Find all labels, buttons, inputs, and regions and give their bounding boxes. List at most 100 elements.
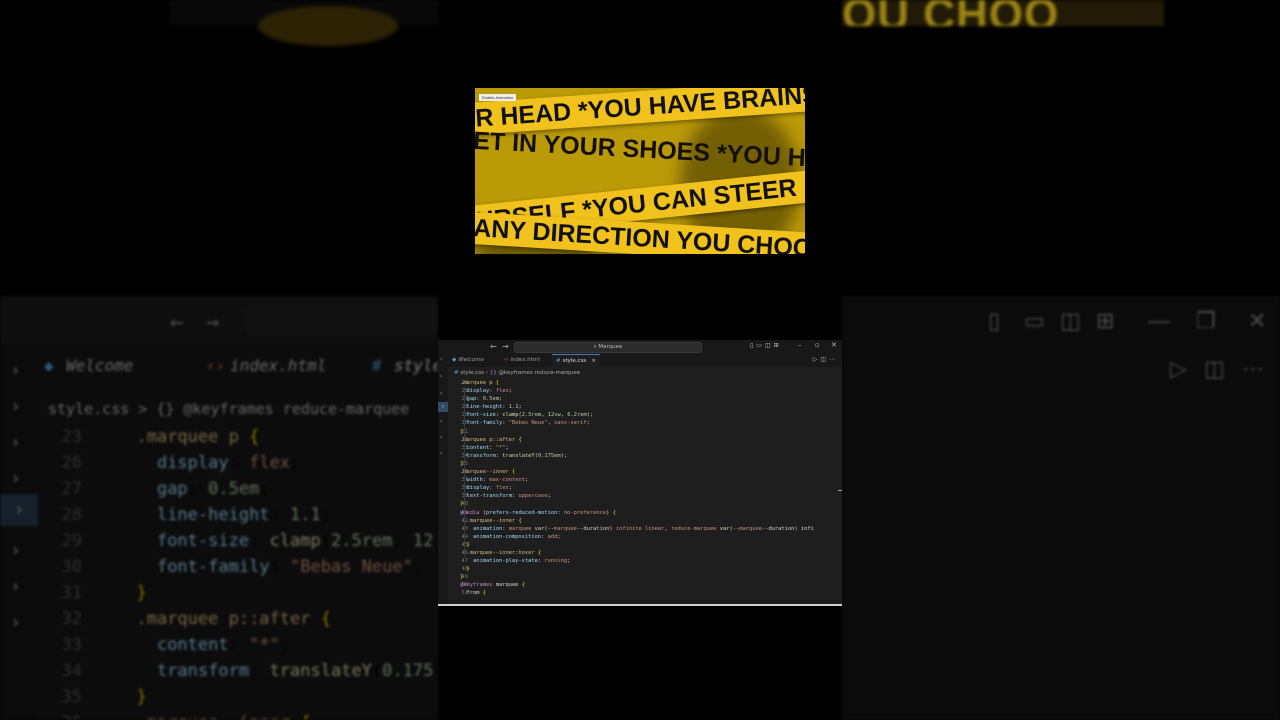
background-tab-label: style.c bbox=[394, 356, 438, 375]
code-area[interactable]: .marquee p { display: flex; gap: 0.5em; … bbox=[460, 379, 814, 598]
scrollbar-marker[interactable] bbox=[838, 490, 842, 491]
code-line[interactable]: display: flex; bbox=[460, 387, 814, 395]
breadcrumb-symbol[interactable]: @keyframes reduce-marquee bbox=[499, 370, 581, 376]
chevron-right-icon: › bbox=[0, 494, 38, 526]
code-line[interactable]: from { bbox=[460, 589, 814, 597]
code-line[interactable]: animation: marquee var(--marquee--durati… bbox=[460, 525, 814, 533]
code-line[interactable]: } bbox=[460, 460, 814, 468]
search-label: Marquee bbox=[598, 344, 623, 350]
code-line[interactable]: gap: 0.5em; bbox=[460, 395, 814, 403]
code-line[interactable]: @media (prefers-reduced-motion: no-prefe… bbox=[460, 509, 814, 517]
chevron-right-icon: › bbox=[10, 576, 21, 597]
code-line[interactable]: font-family: "Bebas Neue", sans-serif; bbox=[460, 419, 814, 427]
tab-style-css[interactable]: # style.css × bbox=[552, 354, 600, 368]
code-line[interactable]: } bbox=[460, 500, 814, 508]
indent-guide bbox=[464, 387, 465, 557]
background-activity-bar: › › › › › › › › bbox=[0, 344, 38, 720]
background-editor-left: ← → › › › › › › › › ◆ Welcome ‹› index.h… bbox=[0, 296, 438, 720]
background-blur-top-right: OU CHOO bbox=[842, 0, 1164, 26]
code-line[interactable]: transform: translateY(0.175em); bbox=[460, 452, 814, 460]
tab-index-html[interactable]: ‹› index.html bbox=[500, 354, 544, 367]
title-bar: ← → ⌕ Marquee ▯▭◫⊞ – ▫ ✕ bbox=[438, 340, 842, 354]
code-line[interactable]: text-transform: uppercase; bbox=[460, 492, 814, 500]
background-code-line: 36 .marquee--inner { bbox=[56, 710, 433, 720]
html-icon: ‹› bbox=[206, 356, 226, 375]
restore-button[interactable]: ▫ bbox=[815, 341, 820, 349]
code-line[interactable]: display: flex; bbox=[460, 484, 814, 492]
background-code-line: 34 transform: translateY(0.175 bbox=[61, 661, 434, 681]
code-line[interactable]: .marquee p { bbox=[460, 379, 814, 387]
code-line[interactable]: animation-play-state: running; bbox=[460, 557, 814, 565]
editor-tabs: ◆ Welcome ‹› index.html # style.css × ▷◫⋯ bbox=[448, 354, 842, 368]
code-line[interactable]: .marquee p::after { bbox=[460, 436, 814, 444]
background-code: 23 .marquee p {26 display: flex; 27 gap: … bbox=[56, 424, 434, 720]
close-window-button[interactable]: ✕ bbox=[831, 341, 837, 349]
code-line[interactable]: } bbox=[460, 565, 814, 573]
search-icon: ⌕ bbox=[593, 344, 597, 350]
background-code-line: 35 } bbox=[61, 687, 147, 707]
code-line[interactable]: @keyframes marquee { bbox=[460, 581, 814, 589]
code-line[interactable]: font-size: clamp(2.5rem, 12vw, 6.2rem); bbox=[460, 411, 814, 419]
code-line[interactable]: animation-composition: add; bbox=[460, 533, 814, 541]
chevron-right-icon[interactable]: › bbox=[440, 390, 442, 397]
enable-animation-button[interactable]: Enable Animation bbox=[479, 94, 517, 101]
tab-welcome[interactable]: ◆ Welcome bbox=[448, 354, 488, 367]
css-icon: # bbox=[372, 356, 382, 375]
editor-actions[interactable]: ▷◫⋯ bbox=[813, 356, 838, 363]
close-icon[interactable]: × bbox=[591, 358, 596, 364]
code-line[interactable]: line-height: 1.1; bbox=[460, 403, 814, 411]
html-icon: ‹› bbox=[504, 357, 509, 363]
chevron-right-icon: › bbox=[10, 468, 21, 489]
background-code-line: 27 gap: 0.5em; bbox=[61, 479, 270, 499]
css-icon: # bbox=[454, 370, 459, 376]
minimize-button[interactable]: – bbox=[798, 341, 802, 349]
code-line[interactable]: .marquee--inner { bbox=[460, 468, 814, 476]
chevron-right-icon[interactable]: › bbox=[440, 373, 442, 380]
background-code-line: 26 display: flex; bbox=[61, 453, 301, 473]
forward-arrow-icon[interactable]: → bbox=[502, 342, 509, 351]
layout-custom-icon: ⊞ bbox=[1096, 308, 1115, 333]
layout-split-icon: ◫ bbox=[1060, 308, 1081, 333]
chevron-right-icon: › bbox=[10, 432, 21, 453]
background-marquee-text: OU CHOO bbox=[842, 0, 1060, 26]
chevron-right-icon[interactable]: › bbox=[438, 402, 448, 412]
background-code-line: 30 font-family: "Bebas Neue", bbox=[61, 557, 424, 577]
background-code-line: 31 } bbox=[61, 583, 147, 603]
chevron-right-icon[interactable]: › bbox=[440, 450, 442, 457]
code-line[interactable]: } bbox=[460, 573, 814, 581]
vscode-icon: ◆ bbox=[452, 357, 457, 363]
code-line[interactable]: } bbox=[460, 541, 814, 549]
restore-icon: ❐ bbox=[1196, 308, 1216, 333]
layout-controls[interactable]: ▯▭◫⊞ bbox=[750, 342, 782, 349]
chevron-right-icon: › bbox=[10, 540, 21, 561]
chevron-right-icon[interactable]: › bbox=[440, 434, 442, 441]
code-line[interactable]: .marquee--inner:hover { bbox=[460, 549, 814, 557]
code-line[interactable]: .marquee--inner { bbox=[460, 517, 814, 525]
background-code-line: 33 content: "*"; bbox=[61, 635, 291, 655]
background-code-line: 28 line-height: 1.1; bbox=[61, 505, 331, 525]
chevron-right-icon[interactable]: › bbox=[440, 418, 442, 425]
code-line[interactable]: content: "*"; bbox=[460, 444, 814, 452]
chevron-right-icon: › bbox=[485, 370, 489, 376]
code-editor-window: ← → ⌕ Marquee ▯▭◫⊞ – ▫ ✕ › › › › › › › ◆… bbox=[438, 340, 842, 606]
background-tab-label: index.html bbox=[230, 356, 327, 375]
split-editor-icon: ◫ bbox=[1204, 356, 1225, 381]
close-icon: ✕ bbox=[1248, 308, 1267, 333]
layout-sidebar-icon: ▯ bbox=[988, 308, 1001, 333]
code-line[interactable]: width: max-content; bbox=[460, 476, 814, 484]
forward-arrow-icon: → bbox=[206, 310, 220, 335]
breadcrumb-file[interactable]: style.css bbox=[460, 370, 484, 376]
background-breadcrumb: style.css > {} @keyframes reduce-marquee bbox=[48, 400, 410, 418]
code-line[interactable]: } bbox=[460, 428, 814, 436]
background-code-line: 29 font-size: clamp(2.5rem, 12 bbox=[61, 531, 434, 551]
more-actions-icon: ⋯ bbox=[1242, 356, 1264, 381]
back-arrow-icon[interactable]: ← bbox=[490, 342, 497, 351]
background-blur-top-left bbox=[170, 0, 438, 46]
chevron-right-icon: › bbox=[10, 360, 21, 381]
chevron-right-icon[interactable]: › bbox=[440, 356, 442, 363]
activity-bar: › › › › › › › bbox=[438, 354, 448, 604]
tab-label: index.html bbox=[510, 357, 540, 363]
braces-icon: {} bbox=[489, 370, 497, 376]
command-center-search[interactable]: ⌕ Marquee bbox=[514, 342, 702, 353]
background-tabs: ◆ Welcome ‹› index.html # style.c bbox=[38, 352, 438, 382]
